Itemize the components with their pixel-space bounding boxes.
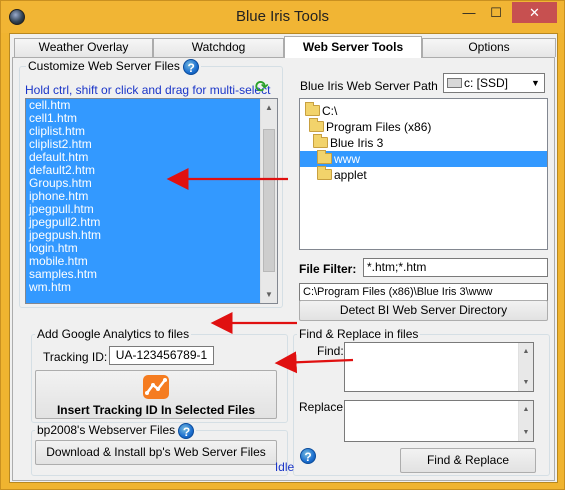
web-server-tools-page: Customize Web Server Files ? Hold ctrl, … xyxy=(12,57,555,481)
maximize-button[interactable]: ☐ xyxy=(483,2,509,23)
insert-tracking-button[interactable]: Insert Tracking ID In Selected Files xyxy=(35,370,277,419)
status-text: Idle xyxy=(274,460,295,474)
customize-files-title: Customize Web Server Files xyxy=(28,59,180,74)
folder-icon xyxy=(309,118,324,132)
file-list-scrollbar[interactable]: ▲ ▼ xyxy=(260,99,277,303)
file-list-items: cell.htm cell1.htm cliplist.htm cliplist2.h… xyxy=(26,99,277,294)
scroll-down-arrow-icon[interactable]: ▼ xyxy=(261,286,277,303)
web-server-path-label: Blue Iris Web Server Path xyxy=(300,79,438,93)
folder-icon xyxy=(317,166,332,180)
tree-node-c-drive[interactable]: C:\ xyxy=(305,102,338,119)
minimize-button[interactable]: — xyxy=(455,2,483,23)
replace-scrollbar[interactable]: ▲ ▼ xyxy=(518,401,533,441)
google-analytics-group-label: Add Google Analytics to files xyxy=(35,327,192,341)
app-window: Blue Iris Tools — ☐ ✕ Weather Overlay Wa… xyxy=(0,0,565,490)
tree-node-applet[interactable]: applet xyxy=(317,166,367,183)
scroll-thumb[interactable] xyxy=(263,129,275,272)
tracking-id-input[interactable]: UA-123456789-1 xyxy=(109,346,214,365)
folder-icon xyxy=(305,102,320,116)
folder-tree[interactable]: C:\ Program Files (x86) Blue Iris 3 www … xyxy=(299,98,548,250)
help-icon[interactable]: ? xyxy=(183,59,200,75)
tree-node-label: applet xyxy=(334,168,367,182)
title-bar[interactable]: Blue Iris Tools — ☐ ✕ xyxy=(1,1,564,33)
tree-node-www[interactable]: www xyxy=(300,150,547,167)
drive-select-value: c: [SSD] xyxy=(464,76,509,90)
tab-web-server-tools[interactable]: Web Server Tools xyxy=(284,36,422,58)
file-list-item[interactable]: wm.htm xyxy=(26,281,277,294)
path-input[interactable]: C:\Program Files (x86)\Blue Iris 3\www xyxy=(299,283,548,301)
tab-options[interactable]: Options xyxy=(422,38,556,57)
client-area: Weather Overlay Watchdog Web Server Tool… xyxy=(9,33,558,483)
analytics-icon xyxy=(142,374,170,400)
close-button[interactable]: ✕ xyxy=(512,2,557,23)
tab-watchdog[interactable]: Watchdog xyxy=(153,38,284,57)
scroll-down-arrow-icon[interactable]: ▼ xyxy=(519,374,533,391)
tree-node-label: Blue Iris 3 xyxy=(330,136,384,150)
scroll-down-arrow-icon[interactable]: ▼ xyxy=(519,424,533,441)
file-filter-input[interactable]: *.htm;*.htm xyxy=(363,258,548,277)
tree-node-blue-iris-3[interactable]: Blue Iris 3 xyxy=(313,134,384,151)
tree-node-label: Program Files (x86) xyxy=(326,120,432,134)
tracking-id-label: Tracking ID: xyxy=(43,350,108,364)
tree-node-label: C:\ xyxy=(322,104,338,118)
replace-textarea[interactable]: ▲ ▼ xyxy=(344,400,534,442)
file-list[interactable]: cell.htm cell1.htm cliplist.htm cliplist2.h… xyxy=(25,98,278,304)
bp-webserver-title: bp2008's Webserver Files xyxy=(37,423,176,438)
drive-icon xyxy=(447,78,462,88)
find-textarea[interactable]: ▲ ▼ xyxy=(344,342,534,392)
scroll-up-arrow-icon[interactable]: ▲ xyxy=(519,401,533,418)
tree-node-label: www xyxy=(334,152,360,166)
insert-tracking-label: Insert Tracking ID In Selected Files xyxy=(56,403,256,417)
chevron-down-icon[interactable]: ▼ xyxy=(527,74,544,92)
scroll-up-arrow-icon[interactable]: ▲ xyxy=(261,99,277,116)
detect-directory-button[interactable]: Detect BI Web Server Directory xyxy=(299,300,548,321)
customize-files-group-label: Customize Web Server Files ? xyxy=(26,59,202,75)
help-icon[interactable]: ? xyxy=(178,423,195,439)
scroll-up-arrow-icon[interactable]: ▲ xyxy=(519,343,533,360)
replace-label: Replace: xyxy=(299,400,347,414)
find-scrollbar[interactable]: ▲ ▼ xyxy=(518,343,533,391)
file-filter-label: File Filter: xyxy=(299,262,357,276)
drive-select[interactable]: c: [SSD] ▼ xyxy=(443,73,545,93)
multi-select-hint: Hold ctrl, shift or click and drag for m… xyxy=(25,83,271,97)
find-label: Find: xyxy=(317,344,344,358)
bp-webserver-group-label: bp2008's Webserver Files ? xyxy=(35,423,197,439)
refresh-icon[interactable]: ⟳ xyxy=(255,80,271,96)
tab-weather-overlay[interactable]: Weather Overlay xyxy=(14,38,153,57)
find-replace-group-label: Find & Replace in files xyxy=(297,327,421,341)
folder-open-icon xyxy=(317,150,332,164)
tree-node-program-files[interactable]: Program Files (x86) xyxy=(309,118,432,135)
folder-icon xyxy=(313,134,328,148)
